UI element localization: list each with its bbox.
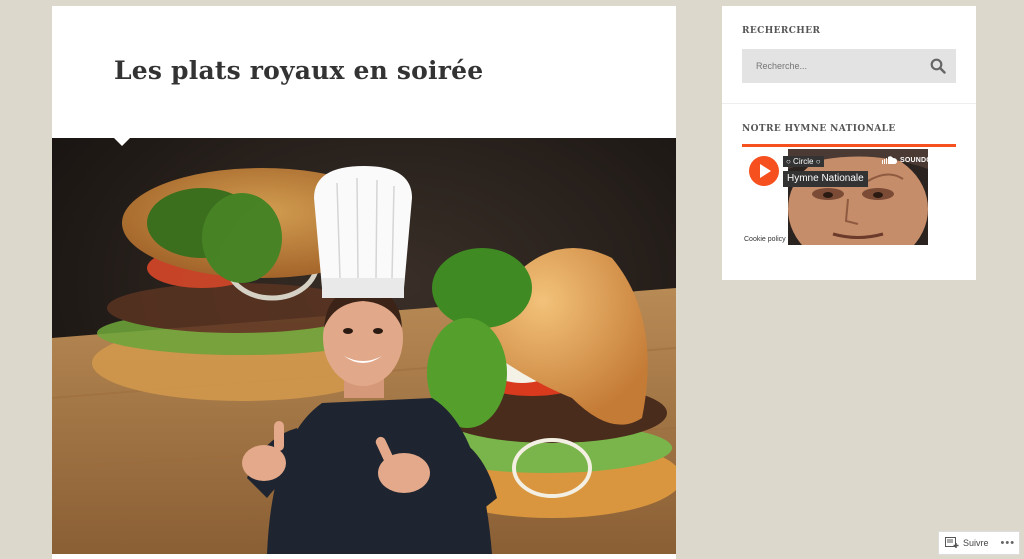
- follow-bar[interactable]: Suivre •••: [938, 531, 1020, 555]
- more-icon[interactable]: •••: [1001, 537, 1016, 549]
- post-title[interactable]: Les plats royaux en soirée: [114, 56, 483, 85]
- track-title[interactable]: Hymne Nationale: [783, 171, 868, 187]
- search-widget-title: RECHERCHER: [742, 26, 821, 36]
- search-input[interactable]: [742, 49, 922, 83]
- widget-divider: [722, 103, 976, 104]
- follow-icon: [945, 537, 959, 548]
- featured-image[interactable]: [52, 138, 676, 554]
- search-form: [742, 49, 956, 83]
- sidebar: RECHERCHER NOTRE HYMNE NATIONALE ○ Circl…: [722, 6, 976, 280]
- soundcloud-player[interactable]: ○ Circle ○ Hymne Nationale SOUNDCLOUD Co…: [742, 144, 956, 248]
- soundcloud-logo[interactable]: SOUNDCLOUD: [882, 156, 952, 164]
- follow-label[interactable]: Suivre: [963, 538, 989, 548]
- burger-chef-photo: [52, 138, 676, 554]
- soundcloud-logo-icon: [882, 156, 897, 164]
- soundcloud-brand-label: SOUNDCLOUD: [900, 156, 953, 164]
- anthem-widget-title: NOTRE HYMNE NATIONALE: [742, 124, 896, 134]
- title-notch: [114, 138, 130, 146]
- cookie-policy-link[interactable]: Cookie policy: [742, 235, 788, 244]
- play-icon[interactable]: [749, 156, 779, 186]
- post-card: Les plats royaux en soirée: [52, 6, 676, 559]
- search-icon[interactable]: [930, 58, 946, 74]
- track-user[interactable]: ○ Circle ○: [783, 156, 824, 167]
